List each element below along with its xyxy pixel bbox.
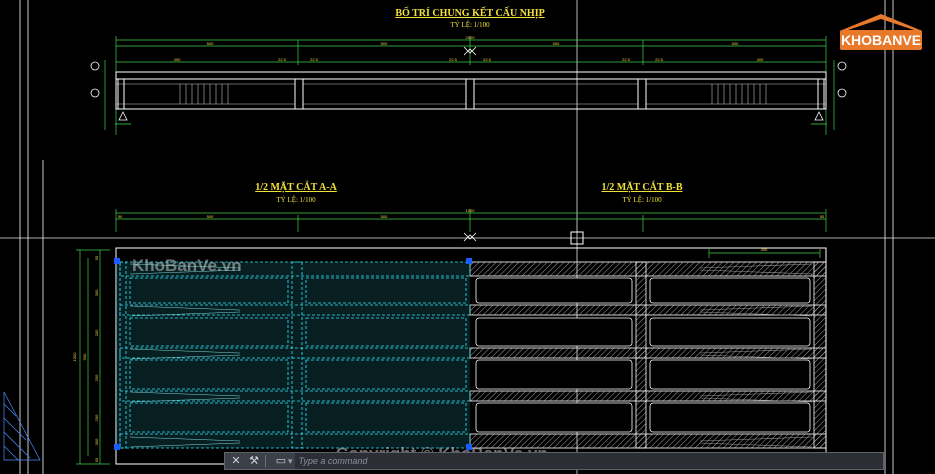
section-a-selection-overlay [116,262,470,448]
elev-end-dim-left: 400 [174,57,181,62]
section-left-dim-2: 300 [94,289,99,296]
watermark-top: KhoBanVe.vn [132,256,242,275]
cad-drawing-canvas[interactable]: BỐ TRÍ CHUNG KẾT CẤU NHỊP TỶ LỆ: 1/100 2… [0,0,935,474]
elevation-title: BỐ TRÍ CHUNG KẾT CẤU NHỊP [395,6,544,19]
elev-small-dim-4: 22.5 [483,57,492,62]
elev-small-dim-3: 22.5 [449,57,458,62]
elev-seg-dim-2: 500 [381,41,388,46]
section-top-dim-3: 500 [381,214,388,219]
section-top-dim-1: 50 [118,214,123,219]
section-a-title: 1/2 MẶT CẮT A-A [255,180,337,193]
command-bar-separator [265,455,266,467]
section-b-title: 1/2 MẶT CẮT B-B [601,180,682,193]
section-left-dim-3: 200 [94,329,99,336]
section-total-dim: 1000 [466,208,476,213]
command-input[interactable] [294,453,883,469]
elev-small-dim-6: 22.5 [655,57,664,62]
elev-seg-dim-1: 500 [207,41,214,46]
section-top-dim-4: 50 [820,214,825,219]
section-a-scale: TỶ LỆ: 1/100 [276,196,316,204]
elev-seg-dim-4: 500 [732,41,739,46]
section-left-dim-4: 250 [94,374,99,381]
customize-wrench-icon[interactable]: ⚒ [247,454,261,468]
section-left-total: 1000 [72,352,77,362]
command-history-icon[interactable]: ▭ [274,454,288,468]
section-left-inner: 900 [82,353,87,360]
khobanve-logo: KHOBANVE [836,12,926,56]
elevation-beam [115,71,827,110]
section-top-dim-2: 500 [207,214,214,219]
elevation-strands-left [179,84,229,104]
section-b-scale: TỶ LỆ: 1/100 [622,196,662,204]
close-icon[interactable]: ✕ [229,454,243,468]
support-bearing-icons [115,111,827,125]
elev-end-dim-right: 400 [757,57,764,62]
command-line-bar[interactable]: ✕ ⚒ ▭ ▾ [224,452,884,470]
section-left-dim-1: 50 [94,255,99,260]
elev-total-dim: 2000 [466,35,476,40]
elev-small-dim-5: 22.5 [622,57,631,62]
abutment-hatch [3,391,41,461]
centerline-symbol-section [463,232,477,242]
section-left-dim-5: 200 [94,414,99,421]
section-left-dim-6: 300 [94,438,99,445]
logo-text: KHOBANVE [841,32,921,48]
elevation-strands-right [711,84,767,104]
elev-small-dim-2: 22.5 [310,57,319,62]
command-prompt-chevron-icon: ▾ [288,455,293,466]
elev-small-dim-1: 22.5 [278,57,287,62]
elevation-scale: TỶ LỆ: 1/100 [450,21,490,29]
section-left-dim-7: 50 [94,457,99,462]
elev-seg-dim-3: 500 [553,41,560,46]
